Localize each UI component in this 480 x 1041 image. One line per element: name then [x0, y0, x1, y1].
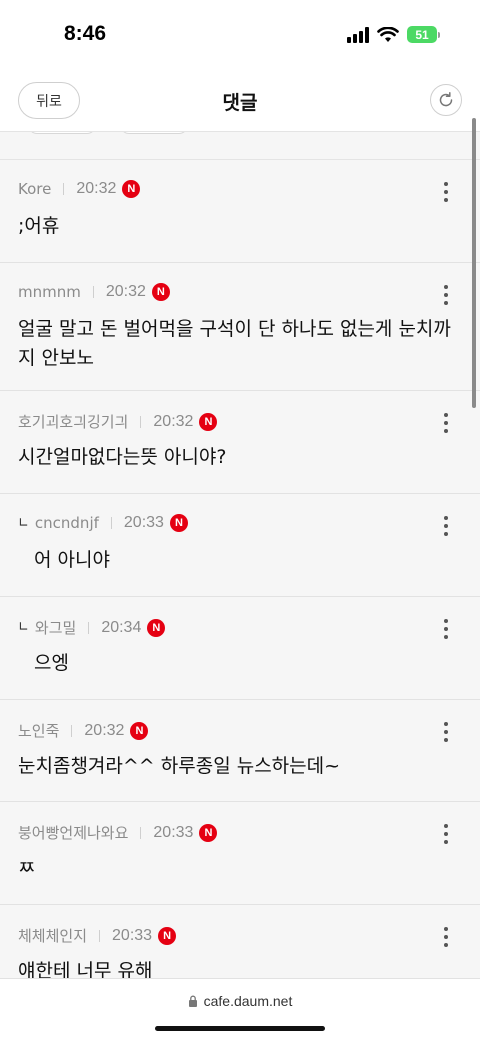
more-options-button[interactable]	[442, 619, 450, 639]
new-badge: N	[151, 283, 170, 301]
more-options-button[interactable]	[442, 182, 450, 202]
comment-text: 눈치좀챙겨라^^ 하루종일 뉴스하는데~	[18, 755, 341, 777]
reply-indicator-icon: ∟	[18, 515, 29, 531]
comment-meta: Kore 20:32 N	[18, 180, 141, 198]
wifi-icon	[377, 26, 399, 42]
refresh-icon	[439, 92, 453, 107]
url-display[interactable]: cafe.daum.net	[0, 993, 480, 1009]
reply-comment[interactable]: ∟ cncndnjf 20:33 N 어 아니야	[0, 494, 480, 597]
comment-time: 20:32	[84, 721, 125, 739]
lock-icon	[188, 995, 197, 1007]
page-title: 댓글	[222, 92, 258, 114]
comment-author[interactable]: 와그밀	[35, 617, 76, 638]
comment-author[interactable]: 체체체인지	[18, 925, 87, 946]
divider	[92, 286, 94, 298]
new-badge: N	[130, 721, 149, 740]
comment-item[interactable]: 노인죽 20:32 N 눈치좀챙겨라^^ 하루종일 뉴스하는데~	[0, 700, 480, 802]
more-options-button[interactable]	[442, 927, 450, 947]
comment-meta: 체체체인지 20:33 N	[18, 925, 177, 946]
comment-author[interactable]: 호기괴호긔깅기긔	[18, 411, 128, 432]
cellular-signal-icon	[347, 26, 369, 43]
comment-meta: 노인죽 20:32 N	[18, 720, 149, 741]
divider	[63, 183, 65, 195]
divider	[140, 415, 142, 428]
comment-item[interactable]: 호기괴호긔깅기긔 20:32 N 시간얼마없다는뜻 아니야?	[0, 391, 480, 494]
browser-url-bar[interactable]: cafe.daum.net	[0, 978, 480, 1041]
divider	[140, 826, 142, 839]
battery-icon: 51	[407, 26, 440, 43]
partial-button	[120, 132, 188, 134]
comment-text: 시간얼마없다는뜻 아니야?	[18, 446, 227, 468]
comment-item[interactable]: Kore 20:32 N ;어휴	[0, 160, 480, 263]
comment-time: 20:33	[123, 514, 164, 531]
url-text: cafe.daum.net	[203, 993, 293, 1009]
partial-button	[28, 132, 96, 134]
comment-time: 20:34	[101, 618, 142, 636]
divider	[88, 621, 90, 634]
battery-level: 51	[415, 27, 429, 42]
more-vertical-icon	[444, 516, 448, 520]
divider	[110, 517, 112, 529]
partial-toolbar	[0, 132, 480, 160]
comment-author[interactable]: cncndnjf	[35, 514, 99, 532]
more-options-button[interactable]	[442, 516, 450, 536]
reply-comment[interactable]: ∟ 와그밀 20:34 N 으엥	[0, 597, 480, 700]
status-bar: 8:46 51	[0, 0, 480, 70]
comment-meta: ∟ cncndnjf 20:33 N	[18, 514, 188, 532]
new-badge: N	[169, 514, 188, 532]
more-vertical-icon	[444, 927, 448, 931]
comment-author[interactable]: 노인죽	[18, 720, 59, 741]
more-vertical-icon	[444, 413, 448, 417]
comment-author[interactable]: 붕어빵언제나와요	[18, 822, 128, 843]
more-vertical-icon	[444, 824, 448, 828]
more-options-button[interactable]	[442, 722, 450, 742]
comments-header: 뒤로 댓글	[0, 70, 480, 132]
new-badge: N	[147, 618, 166, 637]
comment-meta: mnmnm 20:32 N	[18, 283, 170, 301]
comment-text: 으엥	[34, 652, 69, 674]
home-indicator[interactable]	[155, 1026, 325, 1031]
comment-text: 얼굴 말고 돈 벌어먹을 구석이 단 하나도 없는게 눈치까지 안보노	[18, 318, 451, 369]
comment-item[interactable]: 붕어빵언제나와요 20:33 N ㅉ	[0, 802, 480, 905]
reply-indicator-icon: ∟	[18, 620, 29, 635]
status-time: 8:46	[64, 22, 107, 45]
comment-meta: 붕어빵언제나와요 20:33 N	[18, 822, 218, 843]
refresh-button[interactable]	[430, 84, 462, 116]
comment-text: ;어휴	[18, 215, 60, 237]
comment-meta: ∟ 와그밀 20:34 N	[18, 617, 166, 638]
comment-time: 20:32	[153, 412, 194, 430]
comment-time: 20:32	[76, 180, 117, 197]
comment-text: ㅉ	[18, 857, 36, 879]
comment-item[interactable]: mnmnm 20:32 N 얼굴 말고 돈 벌어먹을 구석이 단 하나도 없는게 눈치…	[0, 263, 480, 391]
more-options-button[interactable]	[442, 824, 450, 844]
divider	[71, 724, 73, 737]
comment-time: 20:32	[105, 283, 146, 300]
new-badge: N	[122, 180, 141, 198]
status-icons: 51	[347, 26, 440, 43]
more-vertical-icon	[444, 722, 448, 726]
new-badge: N	[199, 823, 218, 842]
comment-meta: 호기괴호긔깅기긔 20:32 N	[18, 411, 218, 432]
comment-author[interactable]: mnmnm	[18, 283, 81, 301]
comment-time: 20:33	[112, 926, 153, 944]
scrollbar[interactable]	[472, 118, 476, 408]
comment-time: 20:33	[153, 823, 194, 841]
new-badge: N	[199, 412, 218, 431]
comment-text: 어 아니야	[34, 549, 110, 571]
more-vertical-icon	[444, 182, 448, 186]
new-badge: N	[158, 926, 177, 945]
more-vertical-icon	[444, 285, 448, 289]
more-options-button[interactable]	[442, 413, 450, 433]
comment-author[interactable]: Kore	[18, 180, 51, 198]
more-vertical-icon	[444, 619, 448, 623]
divider	[99, 929, 101, 942]
more-options-button[interactable]	[442, 285, 450, 305]
